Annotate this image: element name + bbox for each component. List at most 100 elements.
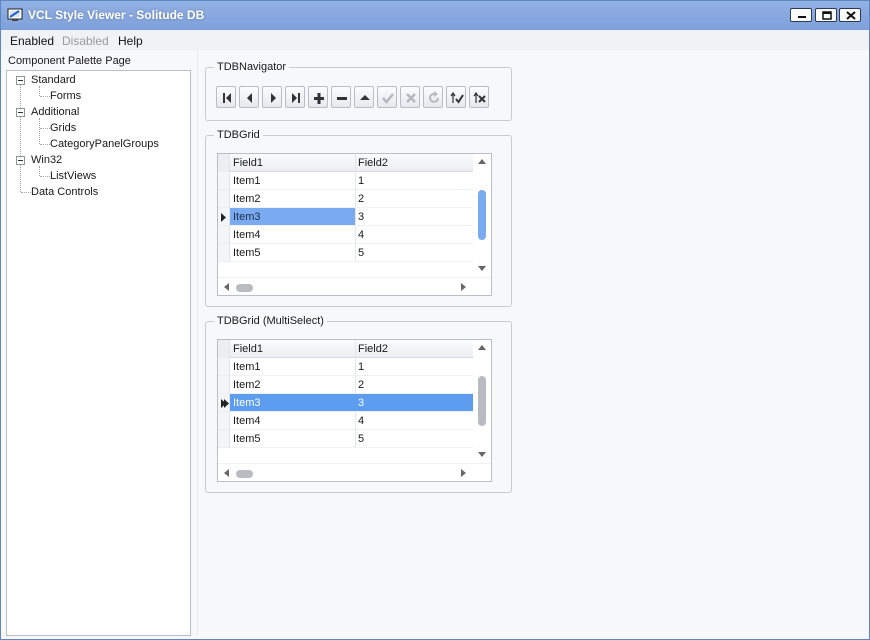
last-record-icon [292, 93, 300, 103]
grid1-hscroll-thumb[interactable] [236, 284, 253, 292]
grid2-cell[interactable]: Item2 [230, 376, 355, 394]
grid2-cell-selected[interactable]: Item3 [230, 394, 355, 412]
nav-refresh-button[interactable] [423, 86, 443, 108]
refresh-icon [429, 91, 439, 103]
grid2-cell[interactable]: 1 [355, 358, 473, 376]
grid1-horizontal-scrollbar[interactable] [218, 277, 491, 295]
grid1-row-line [230, 261, 473, 262]
grid2-group-label: TDBGrid (MultiSelect) [214, 315, 327, 327]
grid2-hscroll-thumb[interactable] [236, 470, 253, 478]
window-title: VCL Style Viewer - Solitude DB [28, 8, 205, 22]
x-icon [406, 93, 416, 103]
nav-prior-button[interactable] [239, 86, 259, 108]
nav-edit-button[interactable] [354, 86, 374, 108]
grid2-cell[interactable]: Item5 [230, 430, 355, 448]
grid2-cell-selected[interactable]: 3 [355, 394, 473, 412]
grid1-cell[interactable]: 5 [355, 244, 473, 262]
grid1-row-indicator [218, 244, 230, 262]
content-panel: TDBNavigator TDBGrid Field1 Field2 Item1… [197, 50, 865, 636]
navigator-group: TDBNavigator [205, 61, 512, 121]
nav-insert-button[interactable] [308, 86, 328, 108]
grid2-cell[interactable]: Item1 [230, 358, 355, 376]
grid2-scroll-thumb[interactable] [478, 376, 486, 426]
grid1-row-indicator-current [218, 208, 230, 226]
grid2-cell[interactable]: 5 [355, 430, 473, 448]
menu-enabled[interactable]: Enabled [10, 34, 54, 48]
scroll-right-icon [461, 469, 466, 477]
grid1-cell[interactable]: 4 [355, 226, 473, 244]
grid1-cell[interactable]: Item4 [230, 226, 355, 244]
menu-disabled[interactable]: Disabled [62, 34, 109, 48]
close-button[interactable] [839, 8, 861, 22]
grid2-vertical-scrollbar[interactable] [473, 340, 491, 464]
grid1-cell[interactable]: Item1 [230, 172, 355, 190]
tree-node-grids[interactable]: Grids [50, 122, 76, 134]
menu-help[interactable]: Help [118, 34, 143, 48]
tree-node-win32[interactable]: Win32 [31, 154, 62, 166]
plus-icon [314, 93, 324, 104]
nav-first-button[interactable] [216, 86, 236, 108]
grid1-scroll-thumb[interactable] [478, 190, 486, 240]
grid2-col-field1[interactable]: Field1 [230, 340, 355, 358]
grid1-row-indicator [218, 190, 230, 208]
tree-node-categorypanelgroups[interactable]: CategoryPanelGroups [50, 138, 159, 150]
current-row-multiselect-icon [221, 399, 229, 408]
grid2-row-indicator [218, 412, 230, 430]
close-icon [846, 11, 856, 20]
grid2-row-indicator [218, 430, 230, 448]
scroll-up-icon [478, 159, 486, 164]
grid1-col-field2[interactable]: Field2 [355, 154, 473, 172]
title-bar[interactable]: VCL Style Viewer - Solitude DB [1, 1, 869, 30]
nav-post-button[interactable] [377, 86, 397, 108]
grid1-col-field1[interactable]: Field1 [230, 154, 355, 172]
grid1-group: TDBGrid Field1 Field2 Item1 1 Item2 2 It… [205, 129, 512, 307]
grid2[interactable]: Field1 Field2 Item1 1 Item2 2 Item3 3 It [217, 339, 492, 482]
grid1-cell[interactable]: Item5 [230, 244, 355, 262]
tree-line [40, 128, 50, 129]
tree-line [21, 192, 31, 193]
tree-node-additional[interactable]: Additional [31, 106, 79, 118]
grid2-horizontal-scrollbar[interactable] [218, 463, 491, 481]
tree-line [40, 96, 50, 97]
grid2-col-field2[interactable]: Field2 [355, 340, 473, 358]
expander-additional[interactable] [16, 108, 25, 117]
grid2-row-line [230, 447, 473, 448]
component-palette-tree[interactable]: Standard Forms Additional Grids Category… [6, 70, 191, 636]
tree-node-standard[interactable]: Standard [31, 74, 76, 86]
grid1-cell[interactable]: Item2 [230, 190, 355, 208]
nav-last-button[interactable] [285, 86, 305, 108]
grid1-cell[interactable]: 3 [355, 208, 473, 226]
grid1-row-indicator [218, 226, 230, 244]
expander-win32[interactable] [16, 156, 25, 165]
minimize-button[interactable] [790, 8, 812, 22]
grid2-row-indicator [218, 376, 230, 394]
tree-label: Component Palette Page [8, 55, 131, 67]
grid1-cell[interactable]: 1 [355, 172, 473, 190]
check-icon [382, 93, 394, 104]
grid1-group-label: TDBGrid [214, 129, 263, 141]
grid1-cell[interactable]: 2 [355, 190, 473, 208]
grid1-vertical-scrollbar[interactable] [473, 154, 491, 278]
tree-node-forms[interactable]: Forms [50, 90, 81, 102]
tree-node-data-controls[interactable]: Data Controls [31, 186, 98, 198]
tree-node-listviews[interactable]: ListViews [50, 170, 96, 182]
nav-apply-updates-button[interactable] [446, 86, 466, 108]
nav-next-button[interactable] [262, 86, 282, 108]
maximize-button[interactable] [815, 8, 837, 22]
nav-cancel-button[interactable] [400, 86, 420, 108]
grid1[interactable]: Field1 Field2 Item1 1 Item2 2 Item3 3 It [217, 153, 492, 296]
apply-updates-icon [450, 91, 464, 104]
grid2-cell[interactable]: Item4 [230, 412, 355, 430]
grid2-cell[interactable]: 2 [355, 376, 473, 394]
scroll-left-icon [224, 283, 229, 291]
nav-cancel-updates-button[interactable] [469, 86, 489, 108]
menu-bar: Enabled Disabled Help [1, 30, 869, 50]
tree-line [20, 85, 21, 192]
grid2-row-indicator-current [218, 394, 230, 412]
nav-delete-button[interactable] [331, 86, 351, 108]
tree-line [40, 144, 50, 145]
grid1-cell-selected[interactable]: Item3 [230, 208, 355, 226]
grid2-header-indicator [218, 340, 230, 358]
grid2-cell[interactable]: 4 [355, 412, 473, 430]
expander-standard[interactable] [16, 76, 25, 85]
